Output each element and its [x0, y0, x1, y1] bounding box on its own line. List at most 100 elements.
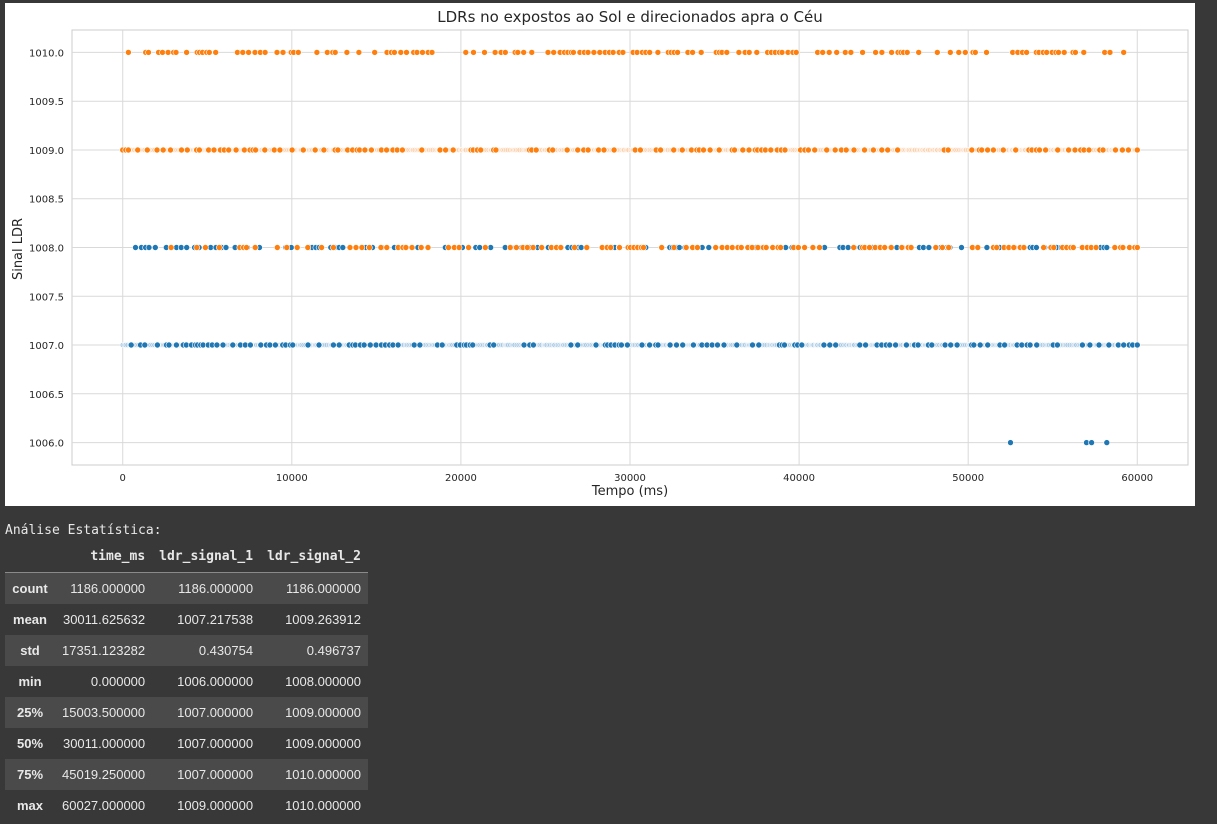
row-label: 75% [16, 767, 44, 782]
x-tick-label: 20000 [445, 473, 477, 484]
cell-ldr2: 1186.000000 [286, 581, 361, 596]
scatter-point [944, 146, 952, 154]
scatter-point [377, 244, 385, 251]
scatter-point [983, 244, 991, 251]
scatter-point [1119, 146, 1126, 154]
scatter-point [658, 244, 666, 251]
stats-header-index [5, 541, 55, 573]
scatter-point [1119, 244, 1127, 251]
scatter-point [273, 244, 281, 251]
stats-row-min: min 0.000000 1006.000000 1008.000000 [5, 666, 368, 697]
scatter-point [856, 341, 864, 349]
scatter-point [646, 341, 653, 349]
scatter-point [887, 244, 895, 251]
scatter-point [462, 49, 470, 56]
scatter-point [1023, 49, 1030, 56]
scatter-point [127, 341, 135, 349]
scatter-point [941, 341, 949, 349]
cell-time: 30011.000000 [62, 736, 146, 751]
scatter-point [229, 341, 237, 349]
scatter-point [898, 244, 906, 251]
scatter-point [735, 49, 743, 56]
scatter-point [339, 244, 347, 251]
row-label: 25% [16, 705, 44, 720]
scatter-point [745, 49, 753, 56]
scatter-point [241, 146, 248, 154]
scatter-point [232, 146, 240, 154]
scatter-point [1054, 341, 1061, 349]
scatter-point [330, 244, 337, 251]
scatter-point [984, 341, 992, 349]
scatter-point [1054, 146, 1061, 154]
scatter-point [825, 49, 833, 56]
scatter-point [283, 244, 291, 251]
scatter-point [1103, 244, 1111, 251]
scatter-point [640, 244, 647, 251]
scatter-point [330, 341, 337, 349]
scatter-point [476, 244, 484, 251]
scatter-point [697, 49, 705, 56]
row-label: max [16, 798, 44, 813]
scatter-point [753, 49, 761, 56]
scatter-point [682, 244, 690, 251]
scatter-point [402, 244, 410, 251]
scatter-point [152, 244, 159, 251]
stats-row-75: 75% 45019.250000 1007.000000 1010.000000 [5, 759, 368, 790]
scatter-point [523, 244, 531, 251]
scatter-point [832, 341, 840, 349]
scatter-point [767, 146, 775, 154]
scatter-point [490, 341, 498, 349]
scatter-point [666, 341, 674, 349]
scatter-point [520, 49, 528, 56]
cell-ldr1: 1186.000000 [178, 581, 254, 596]
scatter-point [679, 341, 687, 349]
scatter-point [1036, 146, 1043, 154]
scatter-point [674, 49, 681, 56]
scatter-point [445, 244, 452, 251]
scatter-point [798, 341, 806, 349]
scatter-point [213, 341, 221, 349]
scatter-point [690, 341, 697, 349]
scatter-point [933, 49, 941, 56]
scatter-point [159, 146, 167, 154]
scatter-point [470, 49, 477, 56]
scatter-point [762, 244, 770, 251]
scatter-point [1086, 341, 1094, 349]
scatter-point [532, 146, 540, 154]
scatter-point [947, 341, 955, 349]
scatter-point [907, 244, 915, 251]
stats-row-50: 50% 30011.000000 1007.000000 1009.000000 [5, 728, 368, 759]
scatter-point [861, 146, 868, 154]
scatter-point [368, 146, 375, 154]
cell-ldr2: 1009.000000 [285, 736, 361, 751]
scatter-point [823, 146, 831, 154]
scatter-point [183, 244, 190, 251]
scatter-point [1099, 146, 1107, 154]
scatter-point [1092, 244, 1100, 251]
y-tick-label: 1008.5 [29, 195, 64, 206]
scatter-point [993, 244, 1001, 251]
scatter-point [903, 341, 910, 349]
scatter-point [323, 49, 331, 56]
scatter-point [343, 49, 351, 56]
scatter-point [266, 341, 274, 349]
scatter-point [173, 341, 180, 349]
scatter-point [878, 49, 886, 56]
scatter-point [755, 341, 763, 349]
scatter-point [888, 49, 895, 56]
scatter-point [748, 244, 756, 251]
scatter-point [745, 146, 753, 154]
scatter-point [159, 49, 166, 56]
scatter-point [781, 146, 789, 154]
scatter-point [346, 244, 354, 251]
scatter-point [416, 341, 424, 349]
scatter-point [408, 244, 416, 251]
scatter-point [279, 49, 287, 56]
row-label: mean [13, 612, 47, 627]
scatter-point [1042, 146, 1049, 154]
scatter-point [607, 244, 615, 251]
stats-row-std: std 17351.123282 0.430754 0.496737 [5, 635, 368, 666]
scatter-point [391, 49, 398, 56]
scatter-point [778, 49, 786, 56]
x-tick-label: 10000 [276, 473, 308, 484]
